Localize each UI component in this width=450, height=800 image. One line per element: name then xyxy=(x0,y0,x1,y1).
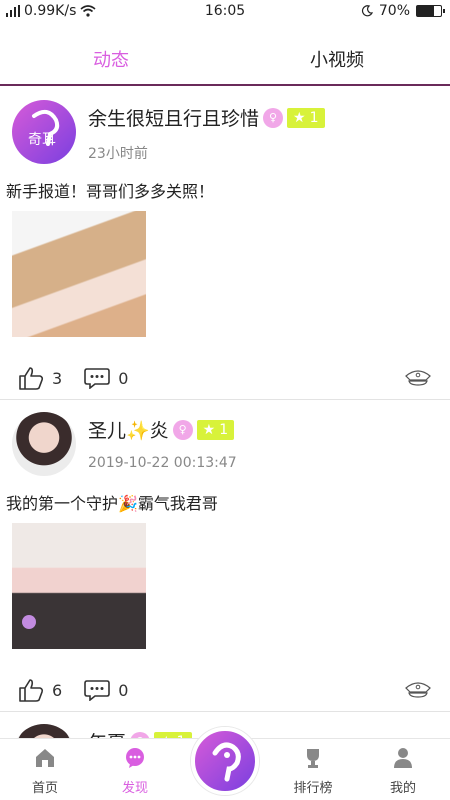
comment-bubble-icon xyxy=(84,368,110,389)
comment-button[interactable]: 0 xyxy=(84,367,128,389)
feed-post[interactable]: 奇耳 余生很短且行且珍惜 ♀ ★ 1 23小时前 新手报道！哥哥们多多关照！ 3 xyxy=(0,88,450,400)
level-value: 1 xyxy=(309,109,319,126)
post-text: 新手报道！哥哥们多多关照！ xyxy=(6,182,215,201)
level-value: 1 xyxy=(219,421,229,438)
feed-post[interactable]: 圣儿✨炎 ♀ ★ 1 2019-10-22 00:13:47 我的第一个守护🎉霸… xyxy=(0,400,450,712)
post-actions: 6 0 xyxy=(18,678,150,702)
nav-mine[interactable]: 我的 xyxy=(373,747,433,796)
bottom-nav: 首页 发现 排行榜 我的 xyxy=(0,727,450,800)
tab-moments[interactable]: 动态 xyxy=(93,46,129,72)
thumbs-up-icon xyxy=(19,679,44,702)
battery-icon xyxy=(416,5,445,17)
top-tab-bar: 动态 小视频 xyxy=(0,24,450,86)
username[interactable]: 圣儿✨炎 xyxy=(88,416,169,443)
post-author[interactable]: 余生很短且行且珍惜 ♀ ★ 1 xyxy=(88,104,325,131)
chat-bubble-icon xyxy=(126,748,144,768)
tab-short-videos[interactable]: 小视频 xyxy=(310,46,364,72)
avatar-logo-text: 奇耳 xyxy=(28,131,56,148)
user-icon xyxy=(394,748,412,768)
post-time: 2019-10-22 00:13:47 xyxy=(88,455,237,471)
star-icon: ★ xyxy=(202,421,216,438)
police-hat-icon[interactable] xyxy=(404,680,432,702)
star-icon: ★ xyxy=(293,109,306,126)
username[interactable]: 余生很短且行且珍惜 xyxy=(88,104,259,131)
post-author[interactable]: 年夏 ♀ ★ 1 xyxy=(88,728,192,738)
gender-badge-icon: ♀ xyxy=(263,107,284,128)
thumbs-up-icon xyxy=(19,367,44,390)
nav-rank[interactable]: 排行榜 xyxy=(283,747,343,796)
like-button[interactable]: 6 xyxy=(18,678,62,702)
comment-count: 0 xyxy=(118,368,129,388)
avatar[interactable] xyxy=(12,412,76,476)
image-watermark-icon xyxy=(22,615,36,629)
post-text: 我的第一个守护🎉霸气我君哥 xyxy=(6,494,218,513)
comment-bubble-icon xyxy=(84,680,110,701)
comment-count: 0 xyxy=(118,680,129,700)
level-badge: ★ 1 xyxy=(196,419,235,440)
post-author[interactable]: 圣儿✨炎 ♀ ★ 1 xyxy=(88,416,235,443)
battery-percent: 70% xyxy=(378,3,410,19)
nav-discover[interactable]: 发现 xyxy=(105,747,165,796)
avatar[interactable]: 奇耳 xyxy=(12,100,76,164)
status-bar-right: 70% xyxy=(361,3,445,19)
nav-home[interactable]: 首页 xyxy=(15,747,75,796)
feed-list[interactable]: 奇耳 余生很短且行且珍惜 ♀ ★ 1 23小时前 新手报道！哥哥们多多关照！ 3 xyxy=(0,88,450,738)
like-button[interactable]: 3 xyxy=(18,366,62,390)
ear-logo-icon xyxy=(212,742,241,782)
post-image[interactable] xyxy=(12,211,146,337)
post-actions: 3 0 xyxy=(18,366,150,390)
nav-mine-label: 我的 xyxy=(389,781,416,796)
nav-discover-label: 发现 xyxy=(121,781,148,796)
post-image[interactable] xyxy=(12,523,146,649)
moon-icon xyxy=(361,5,373,17)
police-hat-icon[interactable] xyxy=(404,368,432,390)
trophy-icon xyxy=(307,749,319,768)
status-bar: 0.99K/s 16:05 70% xyxy=(0,0,450,24)
comment-button[interactable]: 0 xyxy=(84,679,128,701)
avatar[interactable] xyxy=(12,724,76,738)
like-count: 6 xyxy=(52,680,63,700)
level-badge: ★ 1 xyxy=(287,107,325,128)
nav-rank-label: 排行榜 xyxy=(293,781,333,796)
like-count: 3 xyxy=(52,368,63,388)
ear-logo-icon: 奇耳 xyxy=(28,109,60,148)
gender-badge-icon: ♀ xyxy=(172,419,193,440)
home-icon xyxy=(36,749,54,767)
username[interactable]: 年夏 xyxy=(88,728,126,738)
post-time: 23小时前 xyxy=(88,146,148,162)
center-action-button[interactable] xyxy=(191,727,259,795)
nav-home-label: 首页 xyxy=(31,781,58,796)
